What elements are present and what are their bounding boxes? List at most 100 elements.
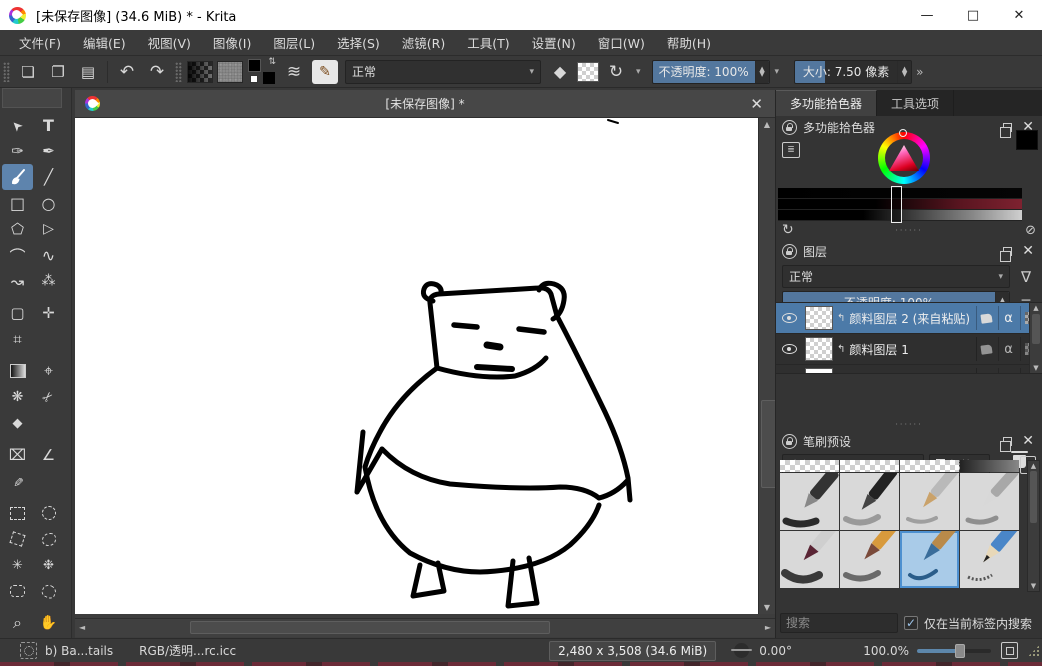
layer-thumbnail[interactable]: [805, 337, 833, 361]
layer-scroll-thumb[interactable]: [1032, 314, 1040, 344]
open-document-icon[interactable]: [45, 60, 71, 84]
opacity-slider[interactable]: 不透明度: 100% ▲▼: [652, 60, 770, 84]
brush-preview-icon[interactable]: [20, 642, 37, 659]
freehand-select-tool[interactable]: [33, 526, 64, 552]
layer-thumbnail[interactable]: [805, 368, 833, 374]
alpha-lock-icon[interactable]: [998, 368, 1018, 374]
smart-patch-tool[interactable]: [33, 384, 64, 410]
canvas-only-mode-button[interactable]: [1001, 642, 1018, 659]
polygon-select-tool[interactable]: [2, 526, 33, 552]
menu-file[interactable]: 文件(F): [8, 33, 72, 52]
rect-select-tool[interactable]: [2, 500, 33, 526]
reference-images-tool[interactable]: [2, 468, 33, 494]
brush-option-icon[interactable]: [281, 60, 307, 84]
rotation-value[interactable]: 0.00°: [759, 644, 803, 658]
foreground-background-colors[interactable]: ⇅: [248, 59, 276, 85]
measure-tool[interactable]: [33, 442, 64, 468]
brush-search-input[interactable]: [780, 613, 898, 633]
color-history-bars[interactable]: [778, 188, 1022, 221]
brush-tile-pen-silver-2[interactable]: [960, 473, 1019, 530]
freehand-path-tool[interactable]: [33, 242, 64, 268]
lock-icon[interactable]: [782, 244, 797, 259]
undo-icon[interactable]: [114, 60, 140, 84]
image-size-button[interactable]: 2,480 x 3,508 (34.6 MiB): [549, 641, 716, 661]
brush-tile-eraser[interactable]: [960, 460, 1019, 472]
window-resize-grip[interactable]: [1028, 645, 1040, 657]
scroll-up-icon[interactable]: ▲: [1030, 304, 1042, 312]
background-color[interactable]: [250, 75, 258, 83]
layer-blend-mode-dropdown[interactable]: 正常 ▾: [782, 265, 1010, 288]
opacity-spinner[interactable]: ▲▼: [755, 61, 769, 83]
transform-tool[interactable]: [2, 300, 33, 326]
brush-preset-name[interactable]: b) Ba...tails: [45, 644, 113, 658]
menu-select[interactable]: 选择(S): [326, 33, 391, 52]
menu-image[interactable]: 图像(I): [202, 33, 262, 52]
gradient-swatch[interactable]: [187, 61, 213, 83]
menu-window[interactable]: 窗口(W): [587, 33, 656, 52]
menu-edit[interactable]: 编辑(E): [72, 33, 137, 52]
scroll-down-icon[interactable]: ▼: [1028, 582, 1039, 590]
lock-icon[interactable]: [976, 368, 996, 374]
similar-color-select-tool[interactable]: [33, 552, 64, 578]
blending-mode-dropdown[interactable]: 正常 ▾: [345, 60, 541, 84]
chevron-down-icon[interactable]: ▾: [775, 67, 780, 77]
close-docker-icon[interactable]: ✕: [1022, 433, 1034, 449]
move-tool[interactable]: [33, 300, 64, 326]
pan-tool[interactable]: [33, 610, 64, 636]
lock-icon[interactable]: [782, 120, 797, 135]
layer-row[interactable]: ↰ 颜料图层 1: [776, 334, 1042, 365]
brush-tile-basic-selected[interactable]: [900, 531, 959, 588]
brush-tile-eraser[interactable]: [900, 460, 959, 472]
polygon-tool[interactable]: [2, 216, 33, 242]
text-tool[interactable]: [33, 112, 64, 138]
horizontal-scroll-thumb[interactable]: [190, 621, 550, 634]
brush-size-slider[interactable]: 大小: 7.50 像素 ▲▼: [794, 60, 912, 84]
brush-tile-ink[interactable]: [780, 531, 839, 588]
magic-wand-select-tool[interactable]: [2, 552, 33, 578]
lock-icon[interactable]: [782, 434, 797, 449]
search-in-tag-checkbox[interactable]: ✓: [904, 616, 918, 630]
layer-row[interactable]: ↰ 颜料图层 2 (来自粘贴): [776, 303, 1042, 334]
foreground-color[interactable]: [248, 59, 261, 72]
zoom-slider[interactable]: [917, 649, 991, 653]
menu-filter[interactable]: 滤镜(R): [391, 33, 456, 52]
pattern-edit-tool[interactable]: [2, 384, 33, 410]
polyline-tool[interactable]: [33, 216, 64, 242]
brush-tile-orange-handle[interactable]: [840, 531, 899, 588]
color-sampler-tool[interactable]: [33, 358, 64, 384]
close-docker-icon[interactable]: ✕: [1022, 243, 1034, 259]
layer-style-icon[interactable]: [976, 306, 996, 330]
multibrush-tool[interactable]: [33, 268, 64, 294]
scroll-right-icon[interactable]: ►: [765, 623, 771, 632]
float-docker-icon[interactable]: [1003, 437, 1012, 446]
layer-thumbnail[interactable]: [805, 306, 833, 330]
layer-row[interactable]: ↰ 背景: [776, 365, 1042, 374]
menu-layer[interactable]: 图层(L): [262, 33, 326, 52]
new-document-icon[interactable]: [15, 60, 41, 84]
reload-preset-icon[interactable]: [603, 60, 629, 84]
brush-tile-eraser[interactable]: [840, 460, 899, 472]
close-canvas-icon[interactable]: ✕: [750, 95, 763, 113]
preserve-alpha-icon[interactable]: [577, 62, 599, 82]
brush-grid-scrollbar[interactable]: ▲ ▼: [1027, 460, 1040, 592]
brush-tile-pencil-blue[interactable]: [960, 531, 1019, 588]
brush-scroll-thumb[interactable]: [1030, 471, 1037, 523]
docker-splitter-handle[interactable]: ······: [776, 422, 1042, 430]
line-tool[interactable]: [33, 164, 64, 190]
magnetic-select-tool[interactable]: [33, 578, 64, 604]
alpha-lock-icon[interactable]: [998, 306, 1018, 330]
pointer-tool[interactable]: [2, 112, 33, 138]
float-docker-icon[interactable]: [1003, 123, 1012, 132]
canvas-tab-bar[interactable]: [未保存图像] * ✕: [75, 90, 775, 118]
calligraphy-tool[interactable]: [33, 138, 64, 164]
menu-tools[interactable]: 工具(T): [456, 33, 520, 52]
horizontal-scrollbar[interactable]: ◄ ►: [75, 618, 775, 637]
brush-tile-eraser[interactable]: [780, 460, 839, 472]
bezier-select-tool[interactable]: [2, 578, 33, 604]
layer-name[interactable]: 背景: [849, 372, 972, 375]
zoom-handle[interactable]: [955, 644, 965, 658]
scroll-down-icon[interactable]: ▼: [1030, 364, 1042, 372]
brush-editor-icon[interactable]: [312, 60, 338, 84]
toolbar-overflow-icon[interactable]: »: [916, 65, 923, 79]
scroll-up-icon[interactable]: ▲: [1028, 462, 1039, 470]
